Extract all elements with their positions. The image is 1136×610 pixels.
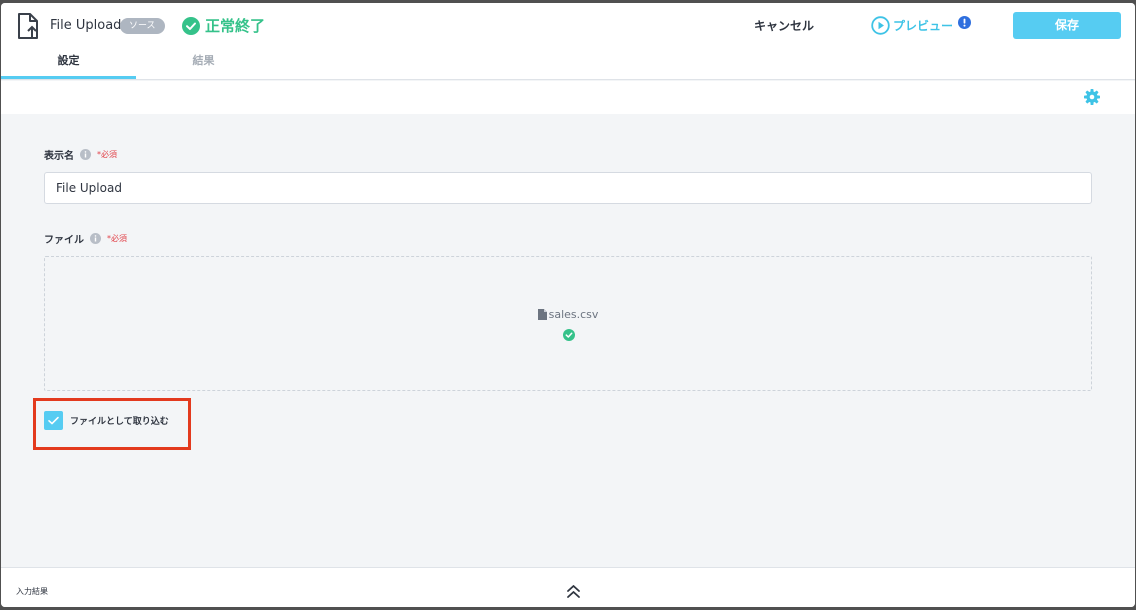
import-as-file-checkbox[interactable] (44, 411, 63, 430)
play-circle-icon (871, 16, 890, 35)
save-button[interactable]: 保存 (1013, 12, 1121, 39)
document-icon (537, 309, 547, 320)
tab-settings[interactable]: 設定 (1, 49, 136, 79)
file-dropzone[interactable]: sales.csv (44, 256, 1092, 391)
cancel-button[interactable]: キャンセル (745, 16, 823, 36)
source-badge: ソース (120, 18, 165, 34)
preview-button[interactable]: プレビュー (871, 16, 972, 35)
info-icon (80, 149, 91, 160)
header: File Upload ソース 正常終了 キャンセル プレビュー 保存 設定 結… (1, 3, 1135, 80)
alert-icon (958, 16, 972, 29)
file-upload-icon (18, 13, 38, 39)
check-circle-icon (182, 16, 200, 35)
preview-label: プレビュー (893, 19, 954, 33)
toolbar (1, 81, 1135, 114)
display-name-label-row: 表示名 *必須 (44, 147, 117, 162)
app-window: File Upload ソース 正常終了 キャンセル プレビュー 保存 設定 結… (1, 3, 1135, 607)
display-name-input[interactable] (44, 172, 1092, 204)
import-as-file-label: ファイルとして取り込む (70, 417, 169, 427)
status-indicator: 正常終了 (182, 15, 265, 36)
required-marker: *必須 (107, 234, 127, 243)
file-label-row: ファイル *必須 (44, 231, 127, 246)
file-label: ファイル (44, 235, 84, 246)
page-title: File Upload (50, 18, 122, 33)
footer-panel: 入力結果 (1, 567, 1135, 607)
check-circle-icon (563, 329, 575, 341)
checkmark-icon (48, 416, 59, 425)
gear-icon[interactable] (1084, 89, 1100, 105)
file-name: sales.csv (548, 308, 599, 321)
uploaded-file: sales.csv (45, 308, 1091, 321)
input-results-label: 入力結果 (16, 587, 48, 596)
required-marker: *必須 (97, 150, 117, 159)
tab-results[interactable]: 結果 (136, 49, 271, 79)
info-icon (90, 233, 101, 244)
display-name-label: 表示名 (44, 151, 74, 162)
status-text: 正常終了 (205, 17, 266, 35)
double-chevron-up-icon[interactable] (566, 584, 581, 599)
